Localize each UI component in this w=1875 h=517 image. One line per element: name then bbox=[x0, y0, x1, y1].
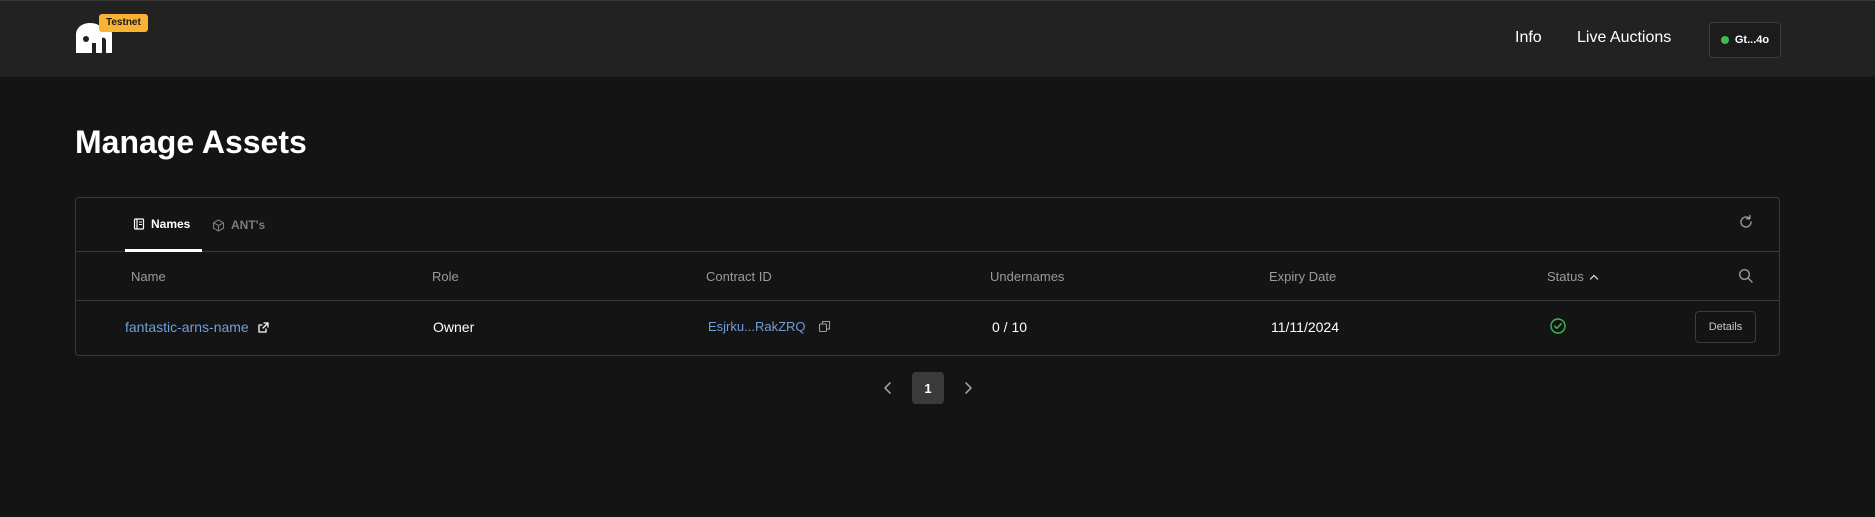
wallet-button[interactable]: Gt...4o bbox=[1709, 22, 1781, 58]
refresh-icon[interactable] bbox=[1737, 213, 1755, 231]
sort-ascending-icon bbox=[1588, 271, 1600, 283]
external-link-icon[interactable] bbox=[257, 321, 270, 334]
chevron-right-icon[interactable] bbox=[959, 379, 977, 397]
column-header-expiry-date[interactable]: Expiry Date bbox=[1269, 269, 1336, 284]
cube-icon bbox=[212, 218, 225, 232]
check-circle-icon bbox=[1549, 317, 1567, 335]
table-header-row: Name Role Contract ID Undernames Expiry … bbox=[76, 252, 1779, 301]
book-icon bbox=[133, 217, 145, 230]
name-cell: fantastic-arns-name bbox=[125, 319, 270, 335]
table-row: fantastic-arns-name Owner Esjrku...RakZR… bbox=[76, 301, 1779, 355]
assets-table-panel: Names ANT's Name Role Contract ID Undern… bbox=[75, 197, 1780, 356]
pagination: 1 bbox=[0, 372, 1875, 404]
column-header-name[interactable]: Name bbox=[131, 269, 166, 284]
column-header-status[interactable]: Status bbox=[1547, 269, 1600, 284]
nav-info-link[interactable]: Info bbox=[1515, 29, 1542, 47]
column-header-status-label: Status bbox=[1547, 269, 1584, 284]
domain-name-link[interactable]: fantastic-arns-name bbox=[125, 319, 249, 335]
column-header-undernames[interactable]: Undernames bbox=[990, 269, 1064, 284]
tab-ants[interactable]: ANT's bbox=[212, 198, 265, 252]
tab-ants-label: ANT's bbox=[231, 218, 266, 232]
tab-names[interactable]: Names bbox=[125, 198, 202, 252]
search-icon[interactable] bbox=[1737, 267, 1755, 285]
column-header-contract-id[interactable]: Contract ID bbox=[706, 269, 772, 284]
nav-live-auctions-link[interactable]: Live Auctions bbox=[1577, 29, 1671, 47]
expiry-date-cell: 11/11/2024 bbox=[1271, 319, 1339, 335]
contract-id-cell: Esjrku...RakZRQ bbox=[708, 319, 831, 334]
column-header-role[interactable]: Role bbox=[432, 269, 459, 284]
top-nav-bar: Testnet Info Live Auctions Gt...4o bbox=[0, 0, 1875, 77]
tab-names-label: Names bbox=[151, 216, 191, 231]
role-cell: Owner bbox=[433, 319, 475, 335]
tab-bar: Names ANT's bbox=[76, 198, 1779, 252]
undernames-cell: 0 / 10 bbox=[992, 319, 1028, 335]
details-button[interactable]: Details bbox=[1695, 311, 1756, 343]
chevron-left-icon[interactable] bbox=[879, 379, 897, 397]
connected-status-icon bbox=[1720, 36, 1729, 44]
page-title: Manage Assets bbox=[75, 124, 307, 160]
wallet-address: Gt...4o bbox=[1734, 34, 1770, 46]
copy-icon[interactable] bbox=[818, 320, 831, 333]
page-number-button[interactable]: 1 bbox=[912, 372, 944, 404]
testnet-badge: Testnet bbox=[99, 14, 148, 32]
contract-id-link[interactable]: Esjrku...RakZRQ bbox=[708, 319, 806, 334]
